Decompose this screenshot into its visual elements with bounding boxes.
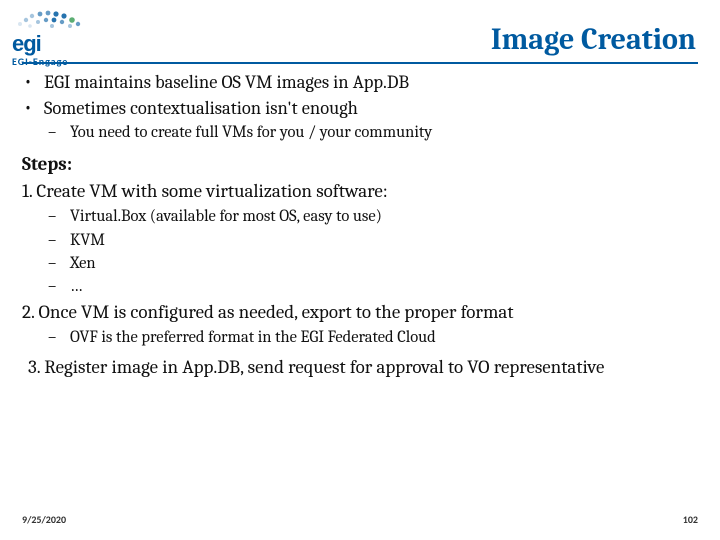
slide-body: EGI maintains baseline OS VM images in A… [22, 70, 698, 381]
footer-date: 9/25/2020 [22, 513, 66, 526]
steps-heading: Steps: [22, 152, 698, 178]
slide-title: Image Creation [491, 22, 696, 57]
bullet-item: EGI maintains baseline OS VM images in A… [22, 70, 698, 95]
bullet-item: Sometimes contextualisation isn't enough [22, 96, 698, 121]
title-underline [22, 62, 698, 64]
sub-bullet-item: You need to create full VMs for you / yo… [22, 122, 698, 144]
footer-page-number: 102 [683, 513, 698, 526]
sub-bullet-item: Xen [22, 253, 698, 275]
logo-text: egi [12, 33, 90, 55]
slide-footer: 9/25/2020 102 [22, 513, 698, 526]
step-2: 2. Once VM is configured as needed, expo… [22, 300, 698, 326]
logo-dot-burst [12, 8, 90, 30]
step-3: 3. Register image in App.DB, send reques… [28, 355, 698, 381]
step-1: 1. Create VM with some virtualization so… [22, 179, 698, 205]
sub-bullet-item: … [22, 276, 698, 298]
sub-bullet-item: KVM [22, 230, 698, 252]
sub-bullet-item: OVF is the preferred format in the EGI F… [22, 327, 698, 349]
sub-bullet-item: Virtual.Box (available for most OS, easy… [22, 206, 698, 228]
brand-logo: egi EGI-Engage [12, 8, 90, 68]
